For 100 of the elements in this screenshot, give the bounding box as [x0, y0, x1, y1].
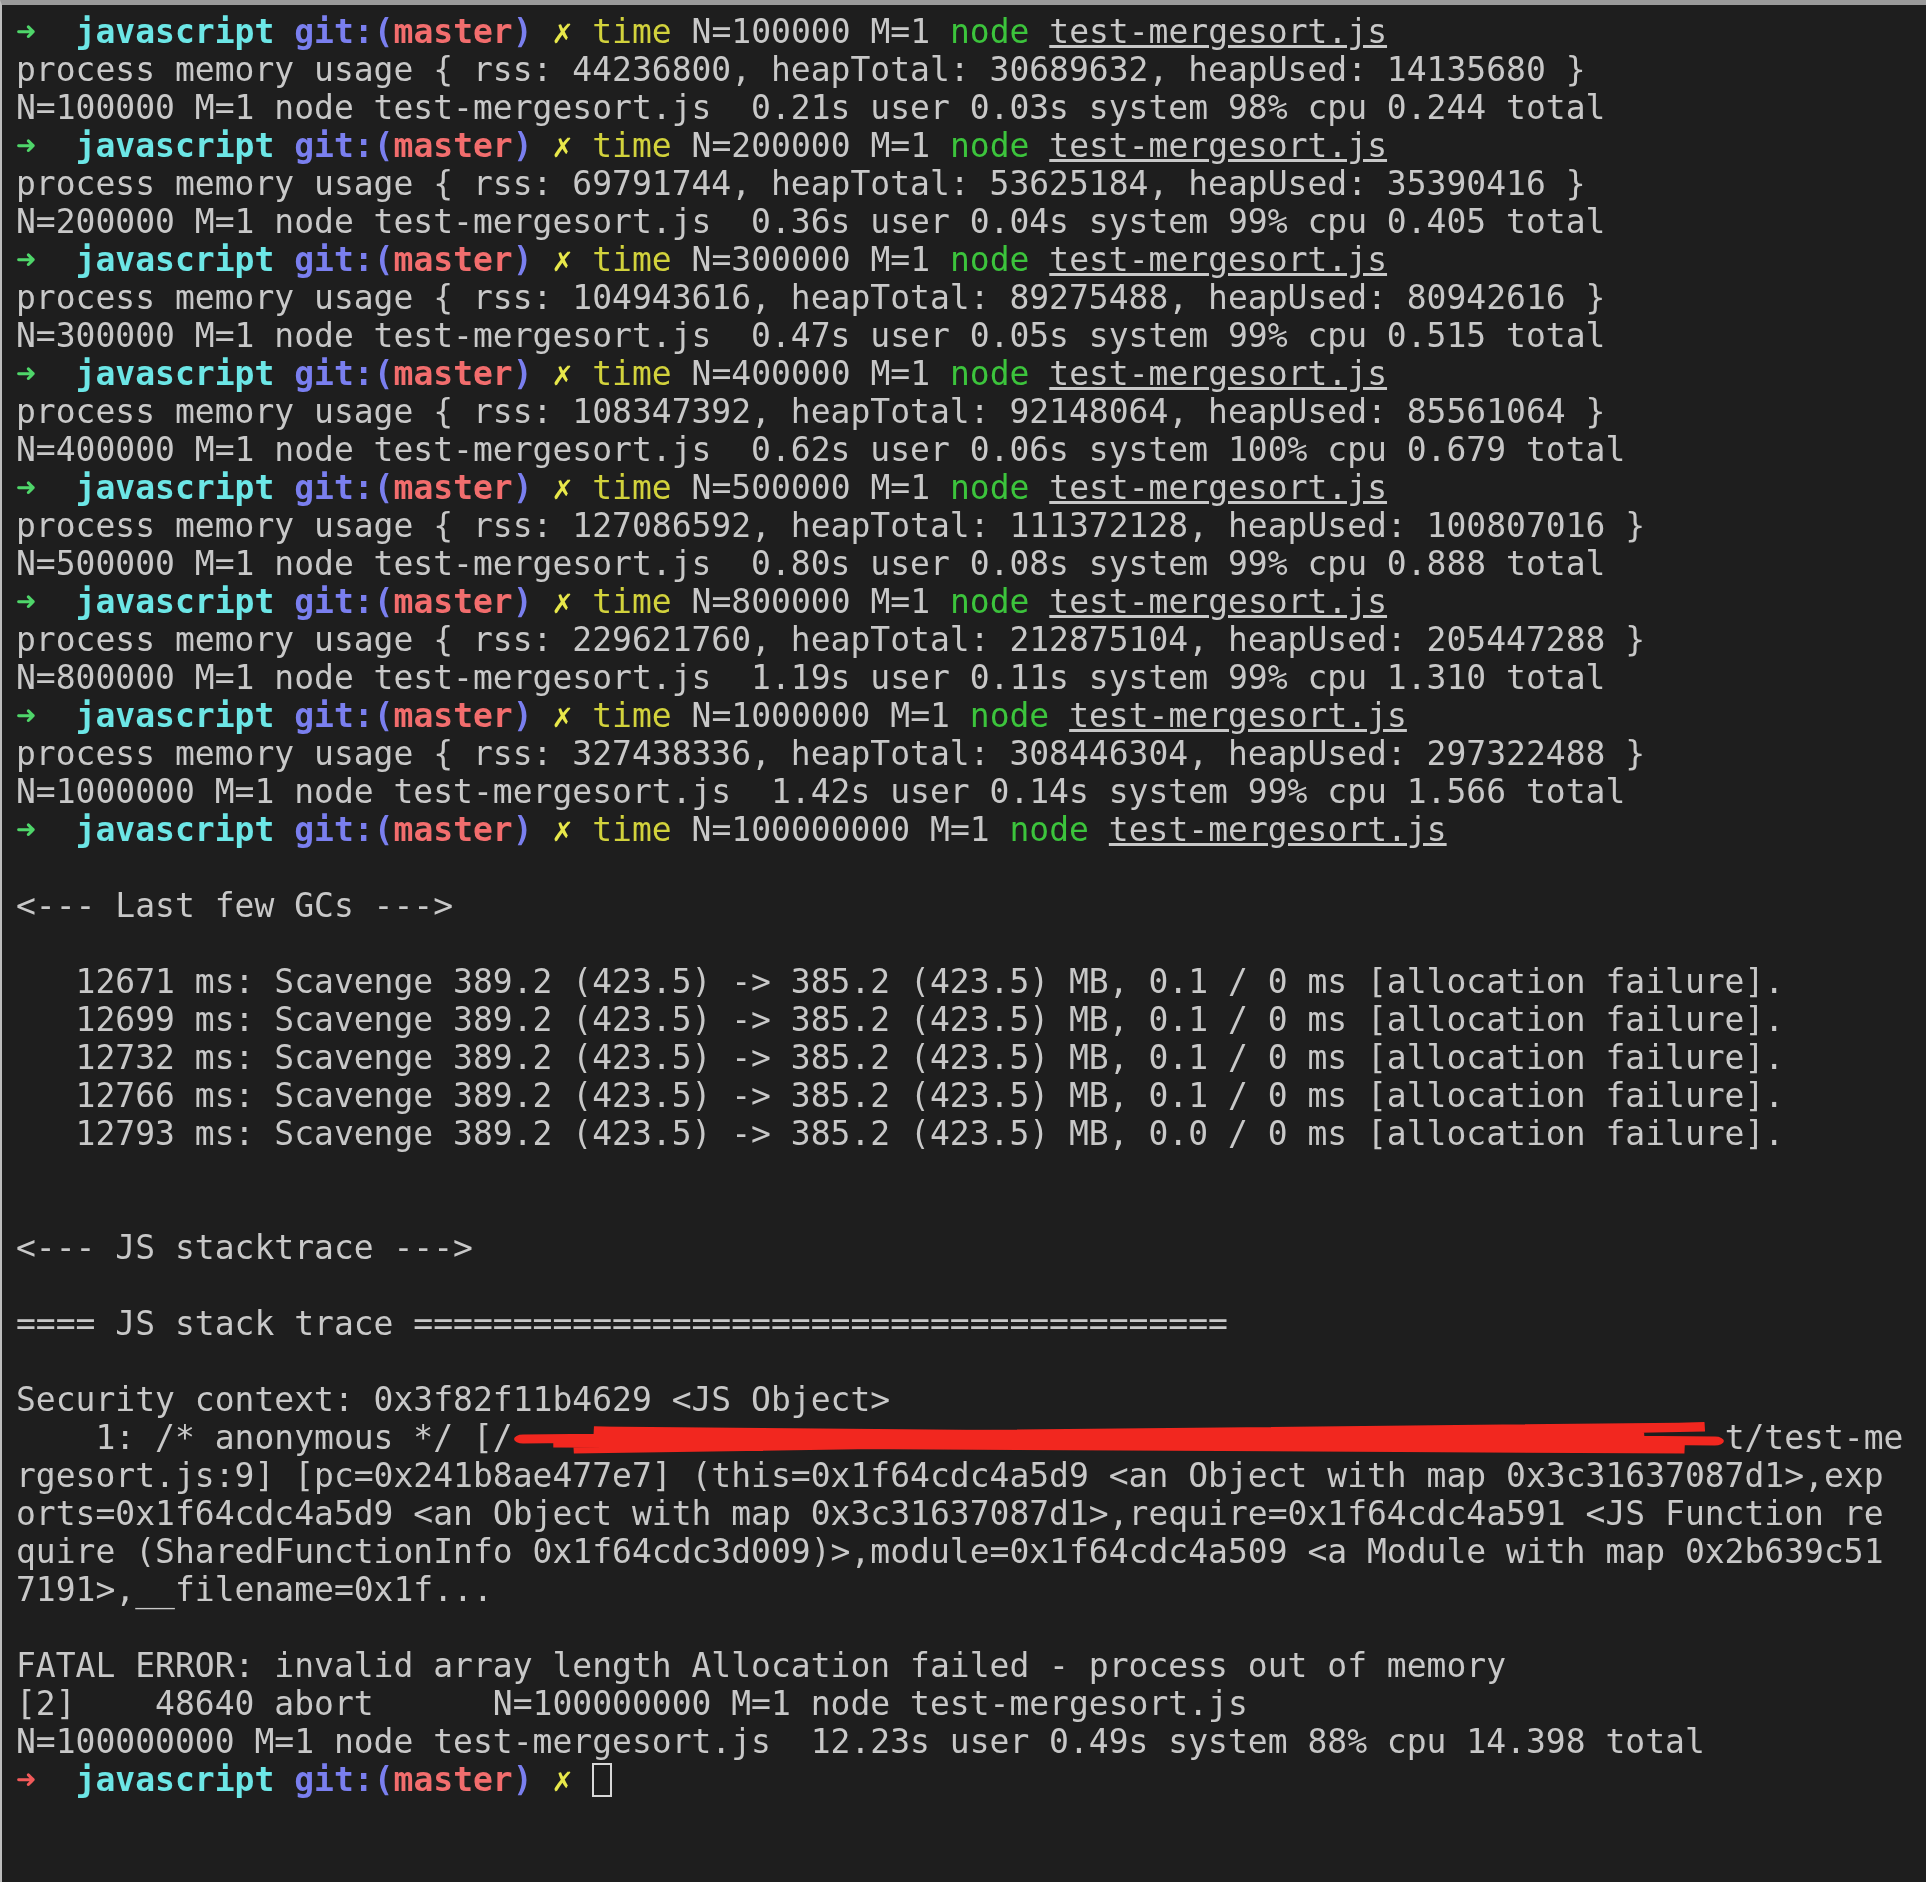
directory-name: javascript: [75, 127, 275, 165]
output-line: process memory usage { rss: 69791744, heapTotal: 53625184, heapUsed: 35390416 }: [16, 165, 1586, 203]
prompt-arrow: ➜: [16, 355, 36, 393]
git-branch: master: [393, 13, 513, 51]
git-label: git:(: [294, 583, 394, 621]
directory-name: javascript: [75, 241, 275, 279]
prompt-arrow: ➜: [16, 127, 36, 165]
output-line: N=1000000 M=1 node test-mergesort.js 1.42s user 0.14s system 99% cpu 1.566 total: [16, 773, 1626, 811]
env-variables: N=800000 M=1: [691, 583, 931, 621]
prompt-arrow: ➜: [16, 241, 36, 279]
output-line: <--- Last few GCs --->: [16, 887, 454, 925]
git-label: git:(: [294, 13, 394, 51]
env-variables: N=400000 M=1: [691, 355, 931, 393]
command-keyword: time: [592, 697, 672, 735]
output-line: process memory usage { rss: 229621760, heapTotal: 212875104, heapUsed: 205447288 }: [16, 621, 1646, 659]
command-name: node: [949, 241, 1030, 279]
env-variables: N=500000 M=1: [691, 469, 931, 507]
git-branch: master: [393, 469, 513, 507]
output-line: process memory usage { rss: 108347392, heapTotal: 92148064, heapUsed: 85561064 }: [16, 393, 1606, 431]
git-paren: ): [512, 13, 533, 51]
directory-name: javascript: [75, 13, 275, 51]
git-paren: ): [512, 355, 533, 393]
env-variables: N=300000 M=1: [691, 241, 931, 279]
dirty-mark: ✗: [552, 469, 573, 507]
output-line: FATAL ERROR: invalid array length Allocation failed - process out of memory: [16, 1647, 1507, 1685]
command-name: node: [949, 469, 1030, 507]
prompt-arrow: ➜: [16, 1761, 36, 1799]
prompt-arrow: ➜: [16, 469, 36, 507]
command-keyword: time: [592, 583, 672, 621]
dirty-mark: ✗: [552, 697, 573, 735]
output-line: ==== JS stack trace =========================================: [16, 1305, 1228, 1343]
command-name: node: [949, 583, 1030, 621]
command-keyword: time: [592, 469, 672, 507]
output-line: rgesort.js:9] [pc=0x241b8ae477e7] (this=0x1f64cdc4a5d9 <an Object with map 0x3c31637087d1>,exp: [16, 1457, 1884, 1495]
git-branch: master: [393, 583, 513, 621]
command-keyword: time: [592, 355, 672, 393]
git-paren: ): [512, 1761, 533, 1799]
git-label: git:(: [294, 811, 394, 849]
command-keyword: time: [592, 13, 672, 51]
output-line: 12766 ms: Scavenge 389.2 (423.5) -> 385.2 (423.5) MB, 0.1 / 0 ms [allocation failure].: [74, 1077, 1785, 1115]
file-argument: test-mergesort.js: [1049, 583, 1388, 621]
env-variables: N=200000 M=1: [691, 127, 931, 165]
git-paren: ): [512, 127, 533, 165]
output-line: 7191>,__filename=0x1f...: [16, 1571, 493, 1609]
git-label: git:(: [294, 697, 394, 735]
command-name: node: [949, 355, 1030, 393]
dirty-mark: ✗: [552, 127, 573, 165]
file-argument: test-mergesort.js: [1069, 697, 1407, 735]
output-line: N=100000 M=1 node test-mergesort.js 0.21s user 0.03s system 98% cpu 0.244 total: [16, 89, 1606, 127]
command-keyword: time: [592, 127, 672, 165]
directory-name: javascript: [75, 1761, 275, 1799]
git-paren: ): [512, 241, 533, 279]
git-branch: master: [393, 811, 513, 849]
dirty-mark: ✗: [552, 355, 573, 393]
directory-name: javascript: [75, 583, 275, 621]
output-line: N=500000 M=1 node test-mergesort.js 0.80s user 0.08s system 99% cpu 0.888 total: [16, 545, 1606, 583]
command-keyword: time: [592, 811, 672, 849]
prompt-arrow: ➜: [16, 583, 36, 621]
git-label: git:(: [294, 469, 394, 507]
git-branch: master: [393, 355, 513, 393]
output-line: t/test-me: [1724, 1419, 1904, 1457]
output-line: 1: /* anonymous */ [/: [94, 1419, 513, 1457]
output-line: N=800000 M=1 node test-mergesort.js 1.19s user 0.11s system 99% cpu 1.310 total: [16, 659, 1606, 697]
dirty-mark: ✗: [552, 583, 573, 621]
directory-name: javascript: [75, 811, 275, 849]
output-line: 12699 ms: Scavenge 389.2 (423.5) -> 385.2 (423.5) MB, 0.1 / 0 ms [allocation failure].: [74, 1001, 1785, 1039]
command-name: node: [949, 127, 1030, 165]
directory-name: javascript: [75, 469, 275, 507]
prompt-arrow: ➜: [16, 697, 36, 735]
output-line: orts=0x1f64cdc4a5d9 <an Object with map 0x3c31637087d1>,require=0x1f64cdc4a591 <JS Function re: [16, 1495, 1884, 1533]
output-line: process memory usage { rss: 127086592, heapTotal: 111372128, heapUsed: 100807016 }: [16, 507, 1646, 545]
file-argument: test-mergesort.js: [1049, 127, 1388, 165]
output-line: N=400000 M=1 node test-mergesort.js 0.62s user 0.06s system 100% cpu 0.679 total: [16, 431, 1626, 469]
git-label: git:(: [294, 355, 394, 393]
output-line: N=100000000 M=1 node test-mergesort.js 12.23s user 0.49s system 88% cpu 14.398 total: [16, 1723, 1705, 1761]
output-line: [2] 48640 abort N=100000000 M=1 node test-mergesort.js: [16, 1685, 1248, 1723]
file-argument: test-mergesort.js: [1049, 469, 1388, 507]
output-line: 12793 ms: Scavenge 389.2 (423.5) -> 385.2 (423.5) MB, 0.0 / 0 ms [allocation failure].: [74, 1115, 1785, 1153]
prompt-arrow: ➜: [16, 811, 36, 849]
directory-name: javascript: [75, 697, 275, 735]
output-line: <--- JS stacktrace --->: [16, 1229, 473, 1267]
directory-name: javascript: [75, 355, 275, 393]
dirty-mark: ✗: [552, 241, 573, 279]
file-argument: test-mergesort.js: [1049, 241, 1388, 279]
command-name: node: [1009, 811, 1089, 849]
dirty-mark: ✗: [552, 1761, 573, 1799]
output-line: 12732 ms: Scavenge 389.2 (423.5) -> 385.2 (423.5) MB, 0.1 / 0 ms [allocation failure].: [74, 1039, 1785, 1077]
git-paren: ): [512, 697, 533, 735]
git-label: git:(: [294, 127, 394, 165]
git-paren: ): [512, 583, 533, 621]
output-line: N=200000 M=1 node test-mergesort.js 0.36s user 0.04s system 99% cpu 0.405 total: [16, 203, 1606, 241]
git-branch: master: [393, 1761, 513, 1799]
git-paren: ): [512, 469, 533, 507]
output-line: 12671 ms: Scavenge 389.2 (423.5) -> 385.2 (423.5) MB, 0.1 / 0 ms [allocation failure].: [74, 963, 1785, 1001]
file-argument: test-mergesort.js: [1108, 811, 1447, 849]
env-variables: N=100000000 M=1: [691, 811, 990, 849]
env-variables: N=100000 M=1: [691, 13, 931, 51]
git-label: git:(: [294, 241, 394, 279]
file-argument: test-mergesort.js: [1049, 13, 1388, 51]
output-line: N=300000 M=1 node test-mergesort.js 0.47s user 0.05s system 99% cpu 0.515 total: [16, 317, 1606, 355]
